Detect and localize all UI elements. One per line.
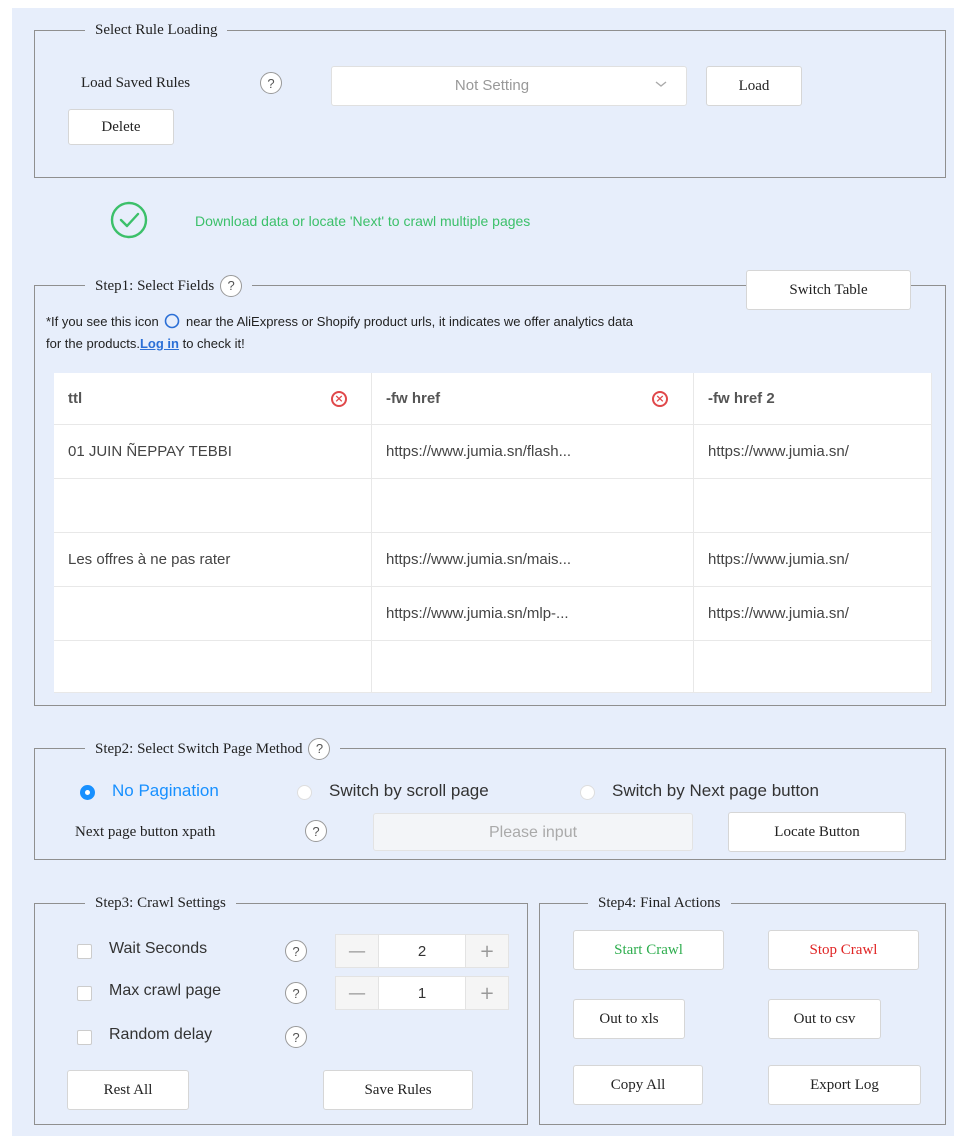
wait-seconds-value[interactable]: 2 <box>378 935 466 967</box>
notice-suffix: near the AliExpress or Shopify product u… <box>185 314 634 329</box>
radio-unselected-icon <box>580 785 595 800</box>
check-circle-icon <box>110 201 148 239</box>
rule-loading-title: Select Rule Loading <box>85 20 228 40</box>
max-crawl-page-value[interactable]: 1 <box>378 977 466 1009</box>
start-crawl-button[interactable]: Start Crawl <box>573 930 724 970</box>
random-delay-help-icon[interactable]: ? <box>285 1026 307 1048</box>
table-cell: https://www.jumia.sn/ <box>694 587 932 641</box>
notice-prefix: *If you see this icon <box>46 314 159 329</box>
radio-no-pagination[interactable]: No Pagination <box>80 781 280 803</box>
minus-icon[interactable]: — <box>336 935 378 967</box>
fields-table: ttl × -fw href × -fw href 2 01 JUIN ÑEPP… <box>54 373 932 693</box>
xpath-help-icon[interactable]: ? <box>305 820 327 842</box>
radio-next-page-button[interactable]: Switch by Next page button <box>580 781 920 803</box>
search-icon <box>164 313 180 329</box>
reset-all-button[interactable]: Rest All <box>67 1070 189 1110</box>
load-saved-rules-help-icon[interactable]: ? <box>260 72 282 94</box>
out-to-csv-button[interactable]: Out to csv <box>768 999 881 1039</box>
export-log-button[interactable]: Export Log <box>768 1065 921 1105</box>
table-cell: https://www.jumia.sn/flash... <box>372 425 694 479</box>
step2-legend: Step2: Select Switch Page Method ? <box>85 738 341 760</box>
plus-icon[interactable]: + <box>466 935 508 967</box>
table-cell <box>694 641 932 693</box>
radio-label: Switch by Next page button <box>612 781 819 800</box>
radio-scroll-page[interactable]: Switch by scroll page <box>297 781 557 803</box>
remove-column-icon[interactable]: × <box>652 391 668 407</box>
step2-title: Step2: Select Switch Page Method <box>95 741 303 757</box>
max-crawl-page-label: Max crawl page <box>109 982 222 999</box>
radio-unselected-icon <box>297 785 312 800</box>
switch-table-button[interactable]: Switch Table <box>746 270 911 310</box>
step3-title: Step3: Crawl Settings <box>85 893 236 913</box>
radio-label: No Pagination <box>112 781 219 800</box>
max-crawl-page-stepper: — 1 + <box>335 976 509 1010</box>
step2-group: Step2: Select Switch Page Method ? No Pa… <box>34 738 946 860</box>
table-cell: 01 JUIN ÑEPPAY TEBBI <box>54 425 372 479</box>
table-cell <box>372 641 694 693</box>
wait-seconds-checkbox[interactable] <box>77 944 92 959</box>
table-cell: Les offres à ne pas rater <box>54 533 372 587</box>
xpath-placeholder: Please input <box>488 824 578 841</box>
table-cell <box>54 479 372 533</box>
step3-group: Step3: Crawl Settings Wait Seconds ? — 2… <box>34 893 528 1125</box>
analytics-notice: *If you see this icon near the AliExpres… <box>46 311 633 355</box>
random-delay-checkbox[interactable] <box>77 1030 92 1045</box>
delete-button[interactable]: Delete <box>68 109 174 145</box>
table-cell: https://www.jumia.sn/mais... <box>372 533 694 587</box>
copy-all-button[interactable]: Copy All <box>573 1065 703 1105</box>
notice-line2: for the products. <box>46 336 140 351</box>
saved-rules-select[interactable]: Not Setting <box>331 66 687 106</box>
max-crawl-page-checkbox[interactable] <box>77 986 92 1001</box>
max-crawl-page-help-icon[interactable]: ? <box>285 982 307 1004</box>
random-delay-label: Random delay <box>109 1026 213 1043</box>
column-header-ttl: ttl <box>54 373 372 425</box>
stop-crawl-button[interactable]: Stop Crawl <box>768 930 919 970</box>
column-header-fw-href-2: -fw href 2 <box>694 373 932 425</box>
xpath-input[interactable]: Please input <box>373 813 693 851</box>
step1-title: Step1: Select Fields <box>95 278 215 294</box>
xpath-label: Next page button xpath <box>75 824 216 840</box>
table-cell <box>694 479 932 533</box>
chevron-down-icon <box>654 77 668 91</box>
step4-group: Step4: Final Actions Start Crawl Stop Cr… <box>539 893 946 1125</box>
table-cell: https://www.jumia.sn/mlp-... <box>372 587 694 641</box>
minus-icon[interactable]: — <box>336 977 378 1009</box>
step2-help-icon[interactable]: ? <box>308 738 331 760</box>
extension-panel: Select Rule Loading Load Saved Rules ? N… <box>12 8 954 1136</box>
status-message: Download data or locate 'Next' to crawl … <box>195 213 531 229</box>
load-saved-rules-label: Load Saved Rules <box>81 75 191 91</box>
table-cell <box>54 641 372 693</box>
login-link[interactable]: Log in <box>140 336 179 351</box>
wait-seconds-help-icon[interactable]: ? <box>285 940 307 962</box>
save-rules-button[interactable]: Save Rules <box>323 1070 473 1110</box>
wait-seconds-label: Wait Seconds <box>109 940 208 957</box>
out-to-xls-button[interactable]: Out to xls <box>573 999 685 1039</box>
plus-icon[interactable]: + <box>466 977 508 1009</box>
column-header-fw-href: -fw href <box>372 373 694 425</box>
remove-column-icon[interactable]: × <box>331 391 347 407</box>
step1-legend: Step1: Select Fields ? <box>85 275 253 297</box>
table-cell: https://www.jumia.sn/ <box>694 425 932 479</box>
table-cell: https://www.jumia.sn/ <box>694 533 932 587</box>
notice-line2-end: to check it! <box>182 336 245 351</box>
step1-help-icon[interactable]: ? <box>220 275 243 297</box>
step4-title: Step4: Final Actions <box>588 893 731 913</box>
rule-loading-group: Select Rule Loading Load Saved Rules ? N… <box>34 20 946 178</box>
locate-button[interactable]: Locate Button <box>728 812 906 852</box>
saved-rules-select-value: Not Setting <box>454 77 530 94</box>
table-cell <box>54 587 372 641</box>
radio-label: Switch by scroll page <box>329 781 489 800</box>
table-cell <box>372 479 694 533</box>
wait-seconds-stepper: — 2 + <box>335 934 509 968</box>
load-button[interactable]: Load <box>706 66 802 106</box>
radio-dot-icon <box>85 790 90 795</box>
